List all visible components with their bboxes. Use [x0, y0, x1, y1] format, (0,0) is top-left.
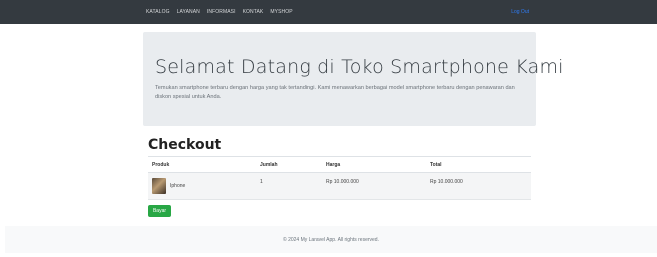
- cart-table: Produk Jumlah Harga Total Iphone 1 Rp 10…: [148, 156, 531, 200]
- nav-link-kontak[interactable]: KONTAK: [243, 9, 264, 15]
- column-header-quantity: Jumlah: [256, 156, 322, 173]
- hero-lead: Temukan smartphone terbaru dengan harga …: [155, 85, 515, 100]
- product-thumbnail: [152, 178, 166, 194]
- nav-link-katalog[interactable]: KATALOG: [146, 9, 170, 15]
- top-navbar: KATALOG LAYANAN INFORMASI KONTAK MYSHOP …: [0, 0, 657, 24]
- column-header-price: Harga: [322, 156, 426, 173]
- logout-link[interactable]: Log Out: [511, 9, 529, 15]
- pay-button[interactable]: Bayar: [148, 205, 171, 217]
- column-header-product: Produk: [148, 156, 256, 173]
- page-footer: © 2024 My Laravel App. All rights reserv…: [5, 226, 657, 253]
- checkout-title: Checkout: [148, 137, 222, 153]
- hero-jumbotron: Selamat Datang di Toko Smartphone Kami T…: [143, 32, 564, 126]
- table-row: Iphone 1 Rp 10.000.000 Rp 10.000.000: [148, 172, 531, 200]
- table-header-row: Produk Jumlah Harga Total: [148, 156, 531, 173]
- hero-title: Selamat Datang di Toko Smartphone Kami: [155, 56, 564, 78]
- navbar-container: KATALOG LAYANAN INFORMASI KONTAK MYSHOP …: [146, 0, 535, 24]
- product-name: Iphone: [170, 183, 186, 189]
- nav-link-informasi[interactable]: INFORMASI: [207, 9, 236, 15]
- cell-quantity: 1: [256, 172, 322, 200]
- nav-links: KATALOG LAYANAN INFORMASI KONTAK MYSHOP: [146, 9, 293, 15]
- column-header-total: Total: [426, 156, 531, 173]
- cell-price: Rp 10.000.000: [322, 172, 426, 200]
- footer-copyright: © 2024 My Laravel App. All rights reserv…: [283, 236, 379, 243]
- cell-product: Iphone: [148, 172, 256, 200]
- nav-link-myshop[interactable]: MYSHOP: [270, 9, 292, 15]
- cell-total: Rp 10.000.000: [426, 172, 531, 200]
- nav-link-layanan[interactable]: LAYANAN: [177, 9, 200, 15]
